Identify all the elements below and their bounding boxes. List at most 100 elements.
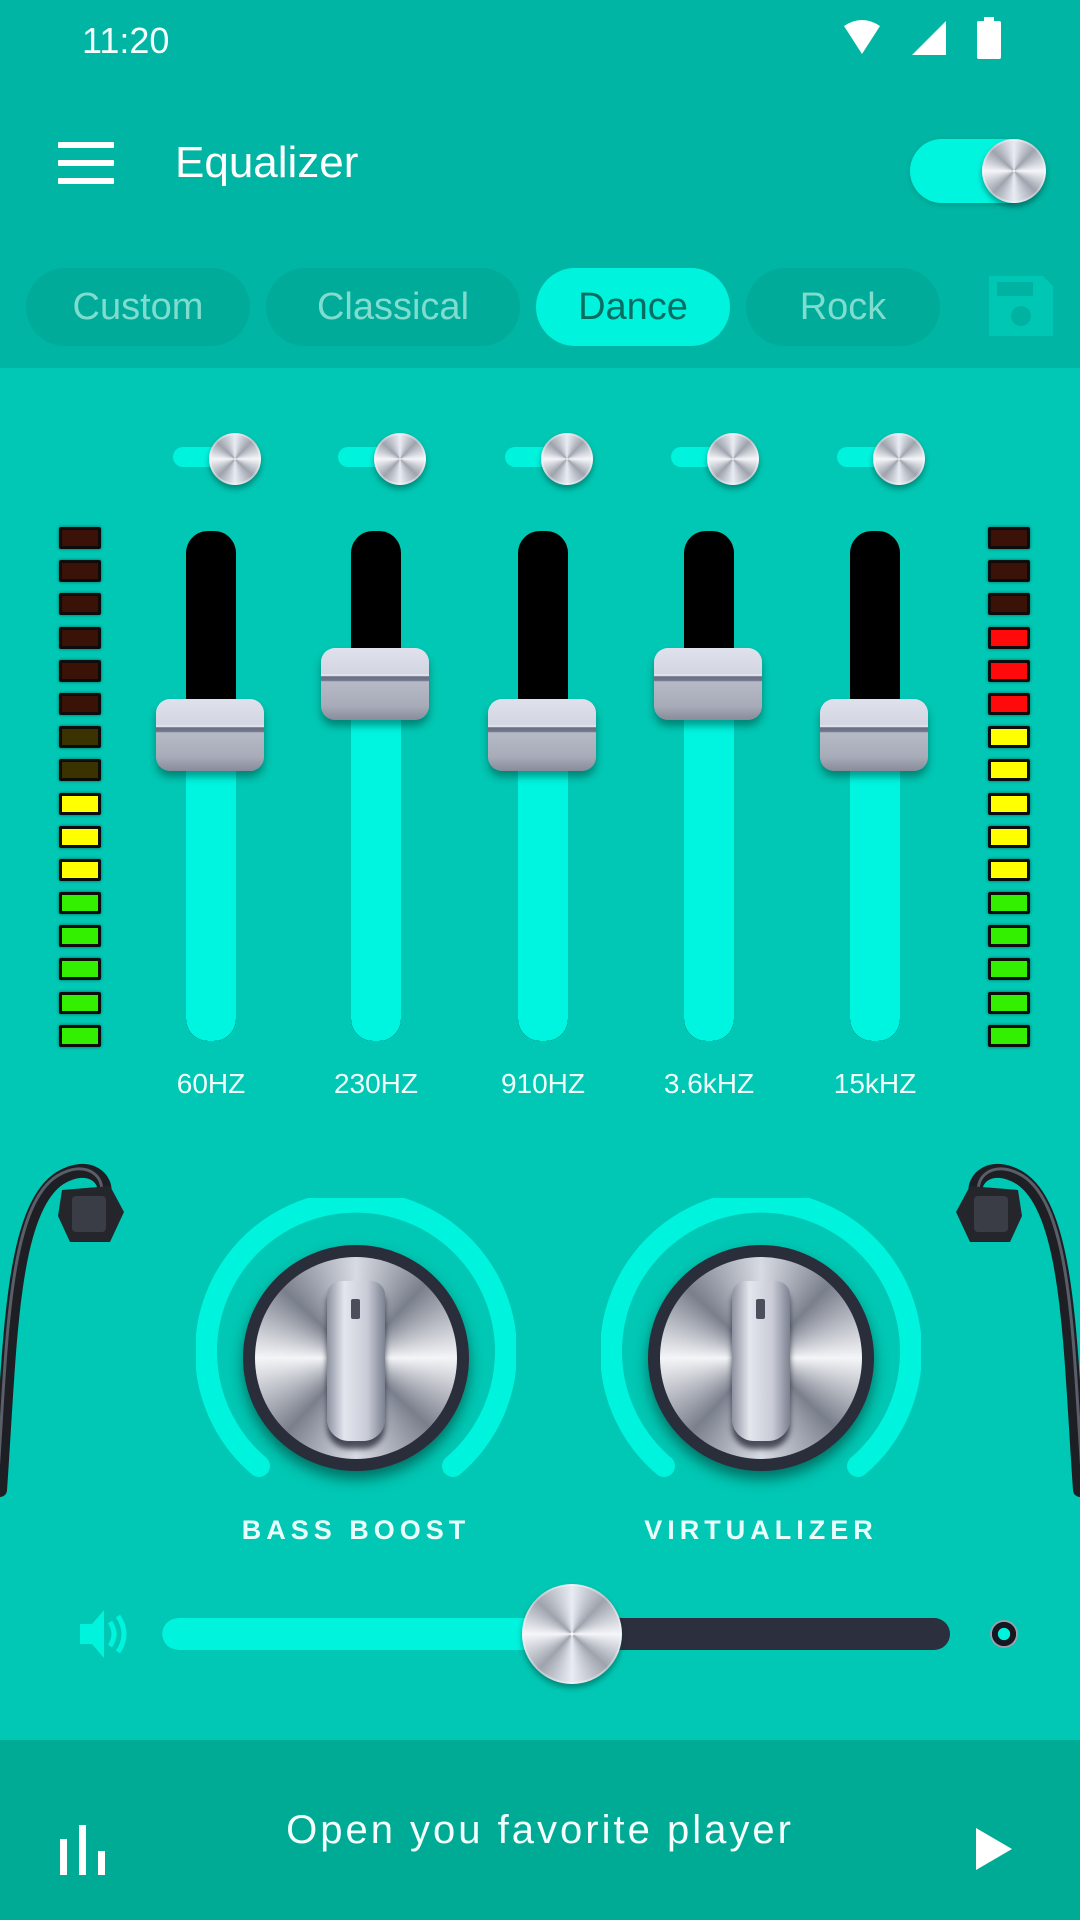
vu-led — [59, 626, 101, 649]
app-header: Equalizer — [0, 110, 1080, 220]
vu-led — [988, 792, 1030, 815]
cable-right — [956, 1164, 1080, 1497]
bass-boost-label: BASS BOOST — [241, 1515, 471, 1545]
eq-track — [518, 531, 568, 1041]
vu-led — [988, 659, 1030, 682]
vu-led — [988, 759, 1030, 782]
status-icons — [842, 17, 1002, 59]
vu-led — [988, 527, 1030, 549]
eq-band-label: 60HZ — [176, 1068, 246, 1099]
status-bar: 11:20 — [0, 0, 1080, 80]
eq-band-label: 910HZ — [500, 1068, 586, 1099]
status-time: 11:20 — [82, 20, 170, 61]
eq-fill — [351, 684, 401, 1041]
preset-tab-custom[interactable]: Custom — [26, 268, 250, 346]
preset-tabs: Custom Classical Dance Rock — [0, 268, 1080, 348]
vu-led — [988, 991, 1030, 1014]
vu-led — [988, 958, 1030, 981]
speaker-volume-icon — [80, 1610, 127, 1658]
bass-boost-knob[interactable] — [196, 1198, 516, 1518]
vu-led — [988, 825, 1030, 848]
eq-slider-1[interactable] — [156, 531, 266, 1041]
play-icon[interactable] — [974, 1826, 1014, 1872]
volume-fill — [162, 1618, 572, 1650]
vu-led — [988, 692, 1030, 715]
band-switch-knob — [374, 433, 426, 485]
eq-fill — [518, 735, 568, 1041]
eq-handle[interactable] — [488, 699, 596, 771]
vu-led — [59, 560, 101, 583]
preset-tab-dance[interactable]: Dance — [536, 268, 730, 346]
band-switch-knob — [873, 433, 925, 485]
eq-band-label: 3.6kHZ — [663, 1068, 755, 1099]
vu-led — [59, 726, 101, 749]
vu-meter-right — [988, 527, 1032, 1058]
eq-fill — [684, 684, 734, 1041]
band-switch-2[interactable] — [338, 433, 428, 485]
eq-handle[interactable] — [654, 648, 762, 720]
vu-led — [59, 991, 101, 1014]
band-switch-1[interactable] — [173, 433, 263, 485]
eq-band-label: 15kHZ — [833, 1068, 917, 1099]
eq-track — [850, 531, 900, 1041]
vu-led — [59, 527, 101, 549]
virtualizer-label: VIRTUALIZER — [644, 1515, 878, 1545]
vu-led — [988, 925, 1030, 948]
vu-led — [59, 792, 101, 815]
eq-slider-3[interactable] — [488, 531, 598, 1041]
cellular-signal-icon — [912, 21, 946, 55]
volume-slider[interactable] — [162, 1584, 950, 1684]
eq-track — [684, 531, 734, 1041]
band-switch-5[interactable] — [837, 433, 927, 485]
vu-led — [59, 692, 101, 715]
hamburger-menu-icon[interactable] — [58, 142, 114, 184]
band-switch-4[interactable] — [671, 433, 761, 485]
vu-led — [59, 825, 101, 848]
page-title: Equalizer — [175, 138, 359, 187]
open-player-link[interactable]: Open you favorite player — [0, 1808, 1080, 1853]
vu-led — [59, 1024, 101, 1047]
preset-tab-classical[interactable]: Classical — [266, 268, 520, 346]
vu-led — [59, 759, 101, 782]
bottom-bar: Open you favorite player — [0, 1740, 1080, 1920]
floppy-disk-save-icon[interactable] — [985, 272, 1057, 340]
eq-handle[interactable] — [321, 648, 429, 720]
vu-led — [988, 593, 1030, 616]
battery-icon — [977, 17, 1001, 59]
vu-led — [59, 593, 101, 616]
eq-slider-4[interactable] — [654, 531, 764, 1041]
vu-led — [988, 892, 1030, 915]
volume-end-indicator — [990, 1620, 1018, 1648]
vu-meter-left — [59, 527, 103, 1058]
volume-knob[interactable] — [521, 1584, 622, 1684]
cable-left — [0, 1164, 124, 1497]
band-switch-knob — [541, 433, 593, 485]
eq-slider-5[interactable] — [820, 531, 930, 1041]
preset-tab-rock[interactable]: Rock — [746, 268, 940, 346]
virtualizer-dial[interactable] — [648, 1245, 874, 1471]
band-switch-knob — [209, 433, 261, 485]
vu-led — [59, 892, 101, 915]
bass-boost-dial[interactable] — [243, 1245, 469, 1471]
vu-led — [59, 925, 101, 948]
eq-band-label: 230HZ — [333, 1068, 419, 1099]
eq-slider-2[interactable] — [321, 531, 431, 1041]
vu-led — [988, 1024, 1030, 1047]
eq-track — [351, 531, 401, 1041]
eq-handle[interactable] — [820, 699, 928, 771]
vu-led — [59, 659, 101, 682]
eq-fill — [186, 735, 236, 1041]
eq-handle[interactable] — [156, 699, 264, 771]
vu-led — [988, 726, 1030, 749]
vu-led — [59, 858, 101, 881]
vu-led — [988, 560, 1030, 583]
wifi-icon — [844, 20, 880, 54]
eq-fill — [850, 735, 900, 1041]
band-switch-3[interactable] — [505, 433, 595, 485]
power-toggle[interactable] — [910, 139, 1046, 203]
band-switch-knob — [707, 433, 759, 485]
virtualizer-knob[interactable] — [601, 1198, 921, 1518]
vu-led — [988, 626, 1030, 649]
vu-led — [988, 858, 1030, 881]
vu-led — [59, 958, 101, 981]
